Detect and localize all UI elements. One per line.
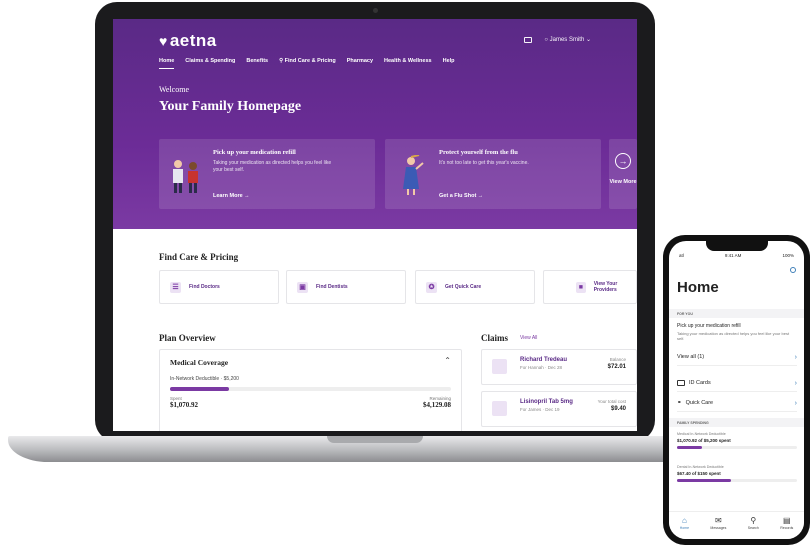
hero-banner: ♥ aetna ○ James Smith ⌄ Home Claims & Spe… xyxy=(113,19,637,229)
dentist-icon: ▣ xyxy=(297,281,308,293)
medical-deductible-progress-fill xyxy=(677,446,703,449)
status-bar: atl 9:41 AM 100% xyxy=(679,253,794,258)
pharmacist-illustration xyxy=(173,160,198,193)
phone-notch xyxy=(706,241,768,251)
claim-doctor-icon xyxy=(492,359,507,374)
heart-icon: ♥ xyxy=(159,33,168,49)
nav-help[interactable]: Help xyxy=(443,58,455,69)
find-dentists-button[interactable]: ▣ Find Dentists xyxy=(286,270,406,304)
quick-care-icon: ✪ xyxy=(426,281,437,293)
for-you-header: FOR YOU xyxy=(669,309,804,318)
id-cards-row[interactable]: ID Cards › xyxy=(677,375,797,392)
remaining-amount: $4,129.08 xyxy=(423,401,451,409)
view-all-claims-link[interactable]: View All xyxy=(520,335,537,341)
family-spending-header: FAMILY SPENDING xyxy=(669,418,804,427)
nav-pharmacy[interactable]: Pharmacy xyxy=(347,58,373,69)
dental-deductible-summary[interactable]: Dental In-Network Deductible $67.40 of $… xyxy=(677,465,797,482)
plan-overview-title: Plan Overview xyxy=(159,333,216,343)
quick-care-row[interactable]: ⚭ Quick Care › xyxy=(677,395,797,412)
topbar-actions: ○ James Smith ⌄ xyxy=(524,36,591,43)
claim-pharmacy-icon xyxy=(492,401,507,416)
phone-tab-bar: ⌂ Home ✉ Messages ⚲ Search ▤ Records xyxy=(669,511,804,539)
providers-icon: ■ xyxy=(576,281,586,293)
dental-deductible-progress-fill xyxy=(677,479,731,482)
chevron-up-icon[interactable]: ⌃ xyxy=(444,356,451,365)
arrow-right-icon: → xyxy=(615,153,631,169)
deductible-progress-fill xyxy=(170,387,229,391)
claim-item[interactable]: Richard Tredeau For Hannah · Dec 28 Bala… xyxy=(481,349,637,385)
nav-find-care[interactable]: ⚲ Find Care & Pricing xyxy=(279,58,336,69)
id-card-icon xyxy=(677,380,685,386)
deductible-label: In-Network Deductible · $5,200 xyxy=(170,376,239,382)
nav-claims-spending[interactable]: Claims & Spending xyxy=(185,58,235,69)
chevron-down-icon: ⌄ xyxy=(585,37,591,43)
spent-amount: $1,070.92 xyxy=(170,401,198,409)
woman-illustration xyxy=(403,155,424,195)
welcome-text: Welcome xyxy=(159,85,190,94)
medical-deductible-progress xyxy=(677,446,797,449)
laptop-camera xyxy=(373,8,378,13)
chevron-right-icon: › xyxy=(794,399,797,407)
promo-card-flu[interactable]: Protect yourself from the flu It's not t… xyxy=(385,139,601,209)
main-nav: Home Claims & Spending Benefits ⚲ Find C… xyxy=(159,58,455,69)
stethoscope-icon: ⚭ xyxy=(677,400,682,406)
promo-card-refill[interactable]: Pick up your medication refill Taking yo… xyxy=(159,139,375,209)
laptop-screen: ♥ aetna ○ James Smith ⌄ Home Claims & Spe… xyxy=(113,19,637,431)
refill-card[interactable]: Pick up your medication refill Taking yo… xyxy=(677,323,797,341)
medical-deductible-summary[interactable]: Medical In-Network Deductible $1,070.92 … xyxy=(677,432,797,449)
chevron-right-icon: › xyxy=(794,353,797,361)
tab-search[interactable]: ⚲ Search xyxy=(748,516,759,539)
user-icon: ○ xyxy=(544,37,548,43)
view-more-button[interactable]: → View More xyxy=(609,139,637,209)
dental-deductible-progress xyxy=(677,479,797,482)
doctor-icon: ☰ xyxy=(170,281,181,293)
search-icon: ⚲ xyxy=(750,516,757,525)
promo-desc: Taking your medication as directed helps… xyxy=(213,160,332,173)
claim-item[interactable]: Lisinopril Tab 5mg For James · Dec 19 Yo… xyxy=(481,391,637,427)
records-icon: ▤ xyxy=(782,516,791,525)
message-icon: ✉ xyxy=(715,516,722,525)
aetna-logo[interactable]: ♥ aetna xyxy=(159,31,217,51)
claims-title: Claims xyxy=(481,333,508,343)
nav-benefits[interactable]: Benefits xyxy=(246,58,268,69)
nav-home[interactable]: Home xyxy=(159,58,175,69)
home-icon: ⌂ xyxy=(681,516,687,525)
find-care-title: Find Care & Pricing xyxy=(159,252,239,262)
gear-icon[interactable] xyxy=(790,267,796,273)
deductible-progress xyxy=(170,387,451,391)
laptop-notch xyxy=(327,436,423,443)
tab-records[interactable]: ▤ Records xyxy=(780,516,793,539)
tab-messages[interactable]: ✉ Messages xyxy=(710,516,726,539)
learn-more-link[interactable]: Learn More → xyxy=(213,193,250,199)
user-menu[interactable]: ○ James Smith ⌄ xyxy=(544,36,591,43)
view-all-row[interactable]: View all (1) › xyxy=(677,349,797,366)
promo-title: Protect yourself from the flu xyxy=(439,149,518,156)
flu-shot-link[interactable]: Get a Flu Shot → xyxy=(439,193,483,199)
phone-page-title: Home xyxy=(677,279,719,296)
coverage-title: Medical Coverage xyxy=(170,358,229,367)
mail-icon[interactable] xyxy=(524,36,533,43)
quick-care-button[interactable]: ✪ Get Quick Care xyxy=(415,270,535,304)
page-title: Your Family Homepage xyxy=(159,99,302,114)
medical-coverage-card[interactable]: Medical Coverage ⌃ In-Network Deductible… xyxy=(159,349,462,431)
promo-title: Pick up your medication refill xyxy=(213,149,296,156)
promo-desc: It's not too late to get this year's vac… xyxy=(439,160,529,166)
view-providers-button[interactable]: ■ View Your Providers xyxy=(543,270,637,304)
nav-health-wellness[interactable]: Health & Wellness xyxy=(384,58,432,69)
find-doctors-button[interactable]: ☰ Find Doctors xyxy=(159,270,279,304)
phone-screen: atl 9:41 AM 100% Home FOR YOU Pick up yo… xyxy=(669,241,804,539)
tab-home[interactable]: ⌂ Home xyxy=(680,516,689,539)
chevron-right-icon: › xyxy=(794,379,797,387)
